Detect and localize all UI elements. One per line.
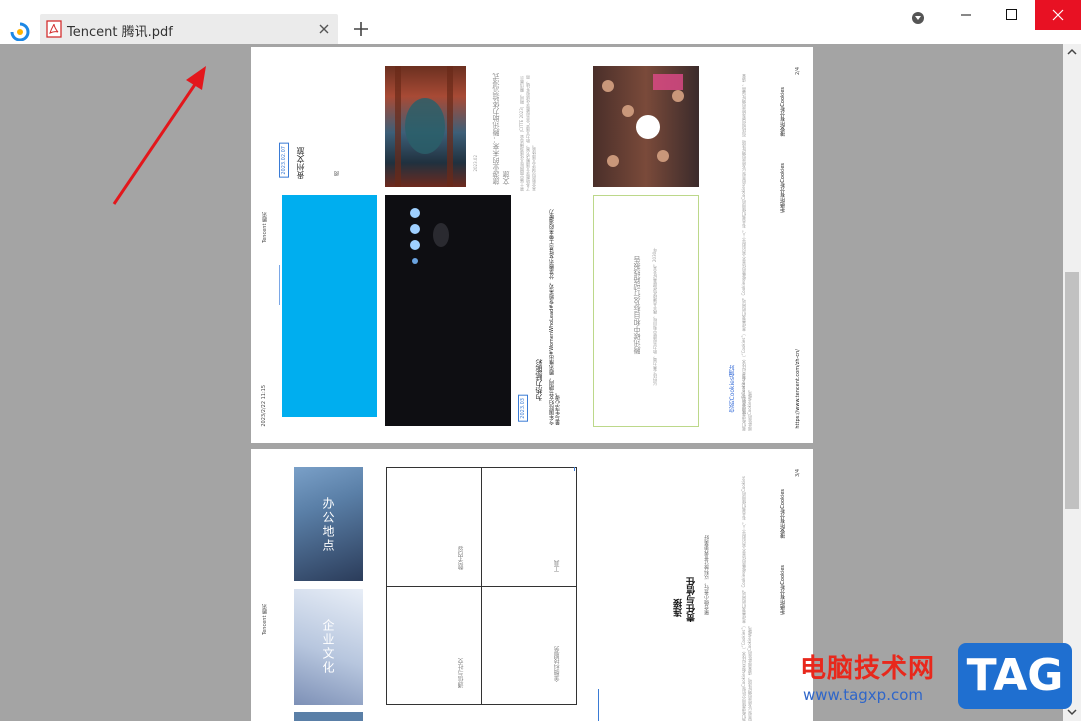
grid-label: 金融科技服务 bbox=[554, 646, 561, 682]
vertical-scrollbar[interactable] bbox=[1063, 44, 1081, 721]
hero-title-line1: 连接 bbox=[674, 599, 684, 617]
page-number: 3/4 bbox=[795, 469, 801, 478]
article-date: 2023.02 bbox=[473, 155, 478, 172]
article-photo[interactable] bbox=[385, 66, 466, 187]
office-photo[interactable]: 办公地点 bbox=[294, 467, 363, 581]
article-title: 为热力赋能彩 bbox=[535, 359, 543, 401]
date-footer: 2023/2/22 11:15 bbox=[261, 385, 267, 427]
article-title: 贵州文旅 bbox=[296, 147, 305, 179]
running-header: Tencent 腾讯 bbox=[262, 604, 268, 635]
accept-cookies-link[interactable]: 接受所有分析Cookies bbox=[779, 489, 786, 539]
hero-subtitle: 聚合微小善行，以科技让世界更美好 bbox=[704, 535, 710, 615]
card-body: 以科技之善力量，助力实现碳中和目标，携手共建绿色低碳美好未来。2030年 bbox=[652, 247, 657, 386]
reject-cookies-link[interactable]: 拒绝所有分析Cookies bbox=[779, 565, 786, 615]
article-title: 旅游业的未来：腾讯助力体验沉浸式文旅 bbox=[492, 73, 510, 185]
new-tab-icon[interactable] bbox=[352, 20, 370, 38]
window-close-button[interactable] bbox=[1035, 0, 1081, 30]
pdf-file-icon bbox=[46, 20, 62, 38]
close-icon bbox=[1052, 9, 1064, 21]
grid-label: 数字内容 bbox=[458, 546, 465, 570]
watermark-url: www.tagxp.com bbox=[803, 686, 923, 704]
running-header: Tencent 腾讯 bbox=[262, 212, 268, 243]
grid-label: 通信与社交 bbox=[458, 658, 465, 688]
date-tag: 2023.02.07 bbox=[279, 143, 289, 178]
grid-line bbox=[387, 586, 576, 587]
hero-title-line2: 责任与信任 bbox=[687, 577, 697, 622]
pdf-page-2: Tencent 腾讯 办公地点 企业文化 数字内容 工具 通信与社交 金融科技服… bbox=[251, 449, 813, 721]
minimize-icon[interactable] bbox=[943, 0, 989, 30]
red-arrow-annotation bbox=[112, 66, 206, 205]
stage-performer-image bbox=[410, 208, 449, 264]
photo-caption: 办公地点 bbox=[321, 497, 335, 553]
divider bbox=[279, 265, 280, 305]
watermark-logo-text: TAG bbox=[966, 650, 1064, 701]
maximize-icon[interactable] bbox=[989, 0, 1035, 30]
article-photo[interactable] bbox=[593, 66, 699, 187]
cookies-text: 我们希望使用分析型Cookies和类似技术（“Cookies”）来改善我们的网站… bbox=[741, 476, 752, 721]
scroll-up-icon[interactable] bbox=[1067, 48, 1077, 56]
app-logo-icon bbox=[10, 22, 30, 41]
group-photo-image bbox=[602, 74, 684, 167]
accent-line bbox=[574, 467, 575, 471]
document-tab[interactable]: Tencent 腾讯.pdf bbox=[40, 14, 338, 44]
business-grid: 数字内容 工具 通信与社交 金融科技服务 bbox=[386, 467, 577, 705]
tab-title: Tencent 腾讯.pdf bbox=[67, 25, 173, 40]
watermark-text: 电脑技术网 bbox=[800, 654, 936, 684]
article-meta: 阅 bbox=[334, 171, 340, 176]
article-body: 今年国际妇女节期间，腾讯推出#WomenWhoLead#专题采访，分享腾讯女性员… bbox=[549, 209, 561, 425]
cookies-intro: 欢迎来到Tencent.com bbox=[741, 373, 746, 415]
pdf-viewer[interactable]: Tencent 腾讯 2023/2/22 11:15 2023.02.07 贵州… bbox=[0, 44, 1063, 721]
report-card[interactable]: 腾讯碳中和目标及行动路线报告 以科技之善力量，助力实现碳中和目标，携手共建绿色低… bbox=[593, 195, 699, 427]
cyan-banner bbox=[282, 195, 377, 417]
date-tag: 2023.03 bbox=[518, 395, 528, 422]
grid-label: 工具 bbox=[554, 560, 561, 572]
accent-line bbox=[598, 689, 599, 721]
scroll-down-icon[interactable] bbox=[1067, 708, 1077, 716]
card-title: 腾讯碳中和目标及行动路线报告 bbox=[633, 256, 641, 354]
photo-caption: 企业文化 bbox=[321, 619, 335, 675]
accept-cookies-link[interactable]: 接受所有分析Cookies bbox=[779, 87, 786, 137]
title-bar: Tencent 腾讯.pdf bbox=[0, 0, 1081, 44]
article-photo[interactable] bbox=[385, 195, 511, 426]
scrollbar-thumb[interactable] bbox=[1065, 272, 1079, 509]
tab-close-icon[interactable] bbox=[318, 23, 330, 35]
page-number: 2/4 bbox=[795, 67, 801, 76]
photo[interactable] bbox=[294, 712, 363, 721]
reject-cookies-link[interactable]: 拒绝所有分析Cookies bbox=[779, 163, 786, 213]
dragon-statue-image bbox=[395, 66, 453, 187]
page-url: https://www.tencent.com/zh-cn/ bbox=[795, 349, 801, 429]
pdf-page-1: Tencent 腾讯 2023/2/22 11:15 2023.02.07 贵州… bbox=[251, 47, 813, 443]
culture-photo[interactable]: 企业文化 bbox=[294, 589, 363, 705]
cookies-title: 您的Cookies偏好 bbox=[729, 365, 736, 413]
article-body: 第十届中国国际文化旅游博览会（CITTE 2023）期间，腾讯展示了多项数字文旅… bbox=[519, 75, 536, 191]
